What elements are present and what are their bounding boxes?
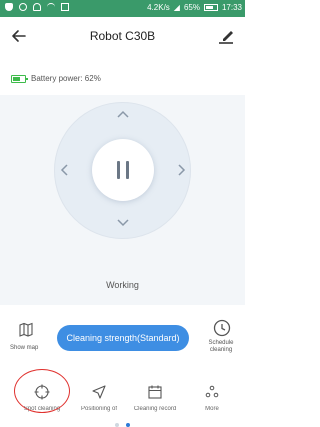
more-dots-icon (205, 385, 219, 398)
calendar-icon (148, 385, 162, 399)
page-dot-active[interactable] (125, 423, 130, 427)
clock: 17:33 (221, 3, 242, 12)
header: Robot C30B (0, 17, 245, 57)
page-indicator (0, 414, 245, 427)
status-bar: 4.2K/s ◢ 65% 17:33 (0, 0, 245, 17)
status-system-info: 4.2K/s ◢ 65% 17:33 (147, 3, 242, 12)
image-icon (61, 3, 69, 11)
tab-spot-cleaning[interactable]: Spot cleaning (18, 376, 66, 416)
tab-label: Spot cleaning (23, 406, 61, 412)
message-icon (19, 3, 27, 11)
arrow-down-icon[interactable] (116, 215, 130, 229)
tab-label: More (205, 406, 219, 412)
arrow-up-icon[interactable] (116, 108, 130, 122)
shield-icon (5, 3, 13, 11)
map-icon (19, 322, 33, 337)
tab-cleaning-record[interactable]: Cleaning record (131, 376, 179, 416)
page-title: Robot C30B (89, 29, 156, 43)
tab-label: Positioning of (80, 406, 118, 412)
battery-percent: 65% (183, 3, 200, 12)
wifi-icon (47, 3, 55, 11)
status-notification-icons (5, 3, 69, 11)
schedule-cleaning-label: Schedule cleaning (208, 340, 234, 353)
schedule-cleaning-button[interactable] (212, 318, 232, 338)
signal-icon: ◢ (173, 3, 180, 12)
battery-label: Battery power: 62% (31, 74, 101, 83)
navigation-arrow-icon (92, 385, 106, 399)
clock-icon (213, 319, 231, 337)
arrow-left-control-icon[interactable] (58, 163, 72, 177)
control-panel: Working (0, 95, 245, 305)
page-dot[interactable] (115, 423, 120, 427)
battery-icon (11, 74, 28, 83)
pause-icon (117, 161, 129, 179)
arrow-right-icon[interactable] (174, 163, 188, 177)
network-speed: 4.2K/s (147, 3, 170, 12)
show-map-label: Show map (10, 345, 39, 351)
tab-positioning[interactable]: Positioning of (75, 376, 123, 416)
tab-label: Cleaning record (133, 406, 177, 412)
show-map-button[interactable] (10, 322, 42, 343)
edit-icon[interactable] (215, 25, 237, 47)
battery-status-icon (203, 4, 218, 11)
notification-icon (33, 3, 41, 11)
cleaning-strength-button[interactable]: Cleaning strength(Standard) (57, 325, 189, 351)
robot-status: Working (106, 280, 139, 290)
crosshair-icon (34, 384, 50, 400)
tab-more[interactable]: More (188, 376, 236, 416)
battery-indicator: Battery power: 62% (11, 74, 101, 83)
